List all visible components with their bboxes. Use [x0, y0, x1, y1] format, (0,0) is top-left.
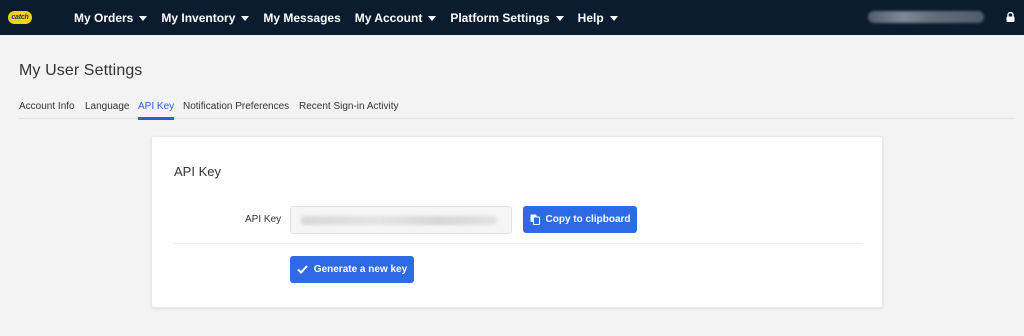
caret-down-icon [555, 15, 564, 21]
checkmark-icon [297, 265, 308, 274]
api-key-card: API Key API Key Copy to clipboard Genera… [151, 136, 883, 308]
nav-item-my-messages[interactable]: My Messages [263, 11, 340, 25]
tab-language[interactable]: Language [85, 101, 130, 112]
top-navigation-bar: catch My Orders My Inventory My Messages… [0, 0, 1024, 35]
nav-item-help[interactable]: Help [578, 11, 618, 25]
card-title: API Key [174, 164, 221, 179]
generate-new-key-button[interactable]: Generate a new key [290, 256, 414, 283]
nav-item-my-account[interactable]: My Account [355, 11, 437, 25]
api-key-label: API Key [245, 214, 282, 225]
api-key-value-redacted [301, 216, 497, 225]
tab-recent-sign-in-activity[interactable]: Recent Sign-in Activity [299, 101, 399, 112]
tab-notification-preferences[interactable]: Notification Preferences [183, 101, 289, 112]
nav-item-label: Platform Settings [450, 10, 550, 25]
generate-button-label: Generate a new key [313, 264, 408, 275]
nav-item-label: My Orders [74, 10, 134, 25]
nav-item-my-inventory[interactable]: My Inventory [161, 10, 250, 25]
logo-text: catch [11, 14, 29, 21]
caret-down-icon [139, 15, 148, 21]
nav-item-label: Help [577, 10, 604, 25]
copy-button-label: Copy to clipboard [545, 214, 631, 225]
lock-icon[interactable] [1006, 12, 1015, 22]
nav-item-my-orders[interactable]: My Orders [74, 10, 148, 25]
nav-item-label: My Account [354, 10, 423, 25]
nav-item-platform-settings[interactable]: Platform Settings [450, 10, 564, 25]
tab-api-key[interactable]: API Key [138, 101, 175, 120]
copy-to-clipboard-button[interactable]: Copy to clipboard [523, 206, 637, 233]
nav-item-label: My Messages [263, 10, 341, 25]
catch-logo[interactable]: catch [8, 11, 32, 24]
settings-tabs: Account Info Language API Key Notificati… [19, 95, 1015, 120]
caret-down-icon [241, 15, 250, 21]
tab-account-info[interactable]: Account Info [19, 101, 75, 112]
page-title: My User Settings [19, 62, 143, 79]
copy-icon [530, 214, 540, 225]
api-key-field[interactable] [290, 206, 512, 234]
caret-down-icon [428, 15, 437, 21]
caret-down-icon [609, 15, 618, 21]
user-menu-redacted[interactable] [868, 11, 984, 23]
divider [174, 243, 862, 244]
nav-item-label: My Inventory [161, 10, 236, 25]
main-nav: My Orders My Inventory My Messages My Ac… [74, 0, 632, 35]
